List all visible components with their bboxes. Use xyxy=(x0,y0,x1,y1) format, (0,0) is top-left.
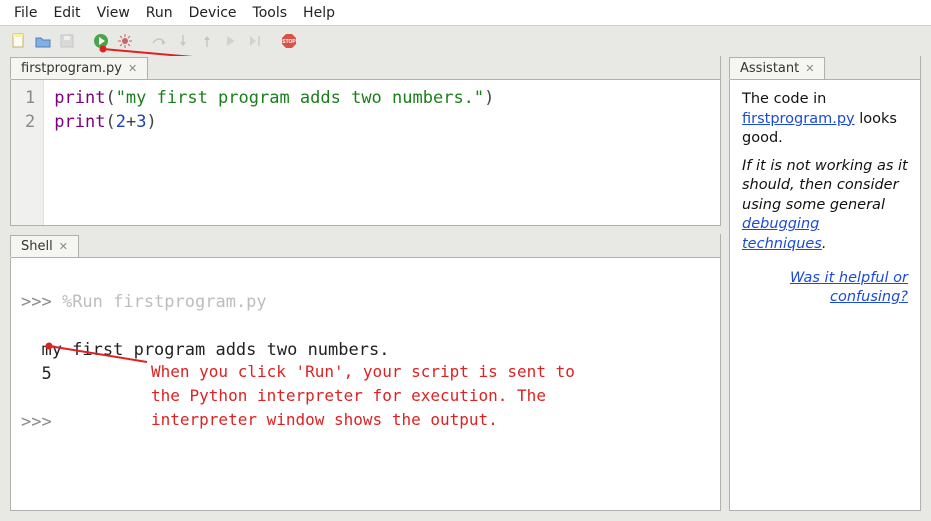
shell-prompt: >>> xyxy=(21,412,62,432)
debug-icon[interactable] xyxy=(116,32,134,50)
editor-panel: firstprogram.py ✕ 1 2 print("my first pr… xyxy=(10,56,721,226)
assistant-feedback-link[interactable]: Was it helpful or confusing? xyxy=(742,269,908,308)
close-icon[interactable]: ✕ xyxy=(805,62,814,75)
step-into-icon xyxy=(174,32,192,50)
editor-tab-label: firstprogram.py xyxy=(21,61,122,76)
toolbar: STOP xyxy=(0,26,931,56)
assistant-tab[interactable]: Assistant ✕ xyxy=(729,57,825,80)
editor-tab[interactable]: firstprogram.py ✕ xyxy=(10,57,148,80)
menu-item-file[interactable]: File xyxy=(6,2,45,24)
resume-icon xyxy=(222,32,240,50)
shell-output-line: my first program adds two numbers. xyxy=(21,340,389,360)
svg-text:STOP: STOP xyxy=(282,39,296,45)
shell-output-line: 5 xyxy=(21,364,52,384)
save-icon xyxy=(58,32,76,50)
menu-item-run[interactable]: Run xyxy=(138,2,181,24)
shell-output[interactable]: >>> %Run firstprogram.py my first progra… xyxy=(11,258,720,510)
assistant-tab-label: Assistant xyxy=(740,61,799,76)
shell-tab[interactable]: Shell ✕ xyxy=(10,235,79,258)
menu-item-tools[interactable]: Tools xyxy=(245,2,296,24)
open-file-icon[interactable] xyxy=(34,32,52,50)
run-icon[interactable] xyxy=(92,32,110,50)
code-content[interactable]: print("my first program adds two numbers… xyxy=(44,80,504,225)
shell-prompt: >>> xyxy=(21,292,62,312)
close-icon[interactable]: ✕ xyxy=(59,240,68,253)
shell-tab-label: Shell xyxy=(21,239,53,254)
assistant-link-file[interactable]: firstprogram.py xyxy=(742,111,855,127)
menu-item-edit[interactable]: Edit xyxy=(45,2,88,24)
menu-item-view[interactable]: View xyxy=(89,2,138,24)
main-layout: firstprogram.py ✕ 1 2 print("my first pr… xyxy=(0,56,931,521)
menu-bar: File Edit View Run Device Tools Help xyxy=(0,0,931,26)
menu-item-help[interactable]: Help xyxy=(295,2,343,24)
assistant-panel: Assistant ✕ The code in firstprogram.py … xyxy=(729,56,921,511)
stop-icon[interactable]: STOP xyxy=(280,32,298,50)
run-to-cursor-icon xyxy=(246,32,264,50)
step-out-icon xyxy=(198,32,216,50)
line-number-gutter: 1 2 xyxy=(11,80,44,225)
step-over-icon xyxy=(150,32,168,50)
close-icon[interactable]: ✕ xyxy=(128,62,137,75)
annotation-shell-explain: When you click 'Run', your script is sen… xyxy=(151,360,575,432)
shell-run-command: %Run firstprogram.py xyxy=(62,292,267,312)
assistant-link-debugging[interactable]: debugging techniques xyxy=(742,216,822,252)
assistant-content: The code in firstprogram.py looks good. … xyxy=(730,80,920,318)
code-editor[interactable]: 1 2 print("my first program adds two num… xyxy=(11,80,720,225)
new-file-icon[interactable] xyxy=(10,32,28,50)
menu-item-device[interactable]: Device xyxy=(181,2,245,24)
shell-panel: Shell ✕ >>> %Run firstprogram.py my firs… xyxy=(10,234,721,511)
